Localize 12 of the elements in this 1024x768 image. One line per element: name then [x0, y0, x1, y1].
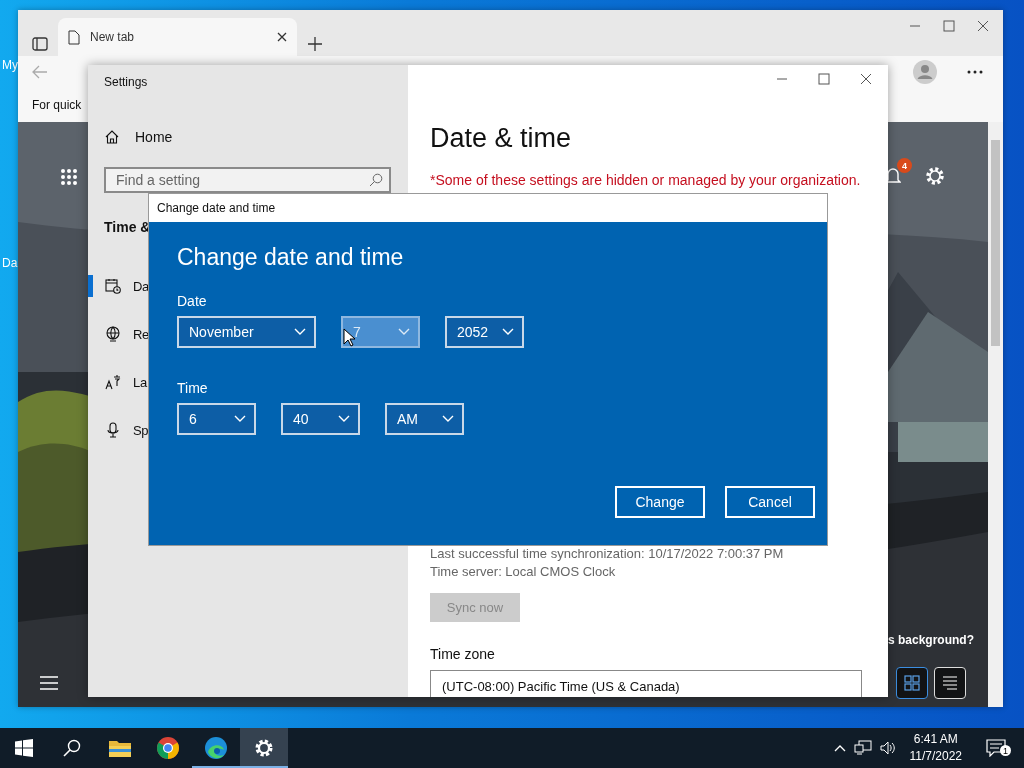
field-label: Time	[177, 380, 209, 396]
background-caption: s background?	[888, 633, 974, 647]
dialog-heading: Change date and time	[177, 244, 405, 271]
window-title: Change date and time	[157, 201, 276, 215]
sync-info: Last successful time synchronization: 10/17/2022 7:00:37 PM	[430, 544, 785, 563]
policy-notice: *Some of these settings are hidden or managed by your organization.	[430, 172, 862, 188]
field-label: Date	[177, 293, 208, 309]
window-title: Settings	[103, 74, 149, 89]
sync-info: Time server: Local CMOS Clock	[430, 562, 617, 581]
field-label: Time zone	[430, 645, 496, 662]
page-title: Date & time	[430, 123, 573, 154]
bookmarks-hint: For quick	[32, 98, 82, 112]
